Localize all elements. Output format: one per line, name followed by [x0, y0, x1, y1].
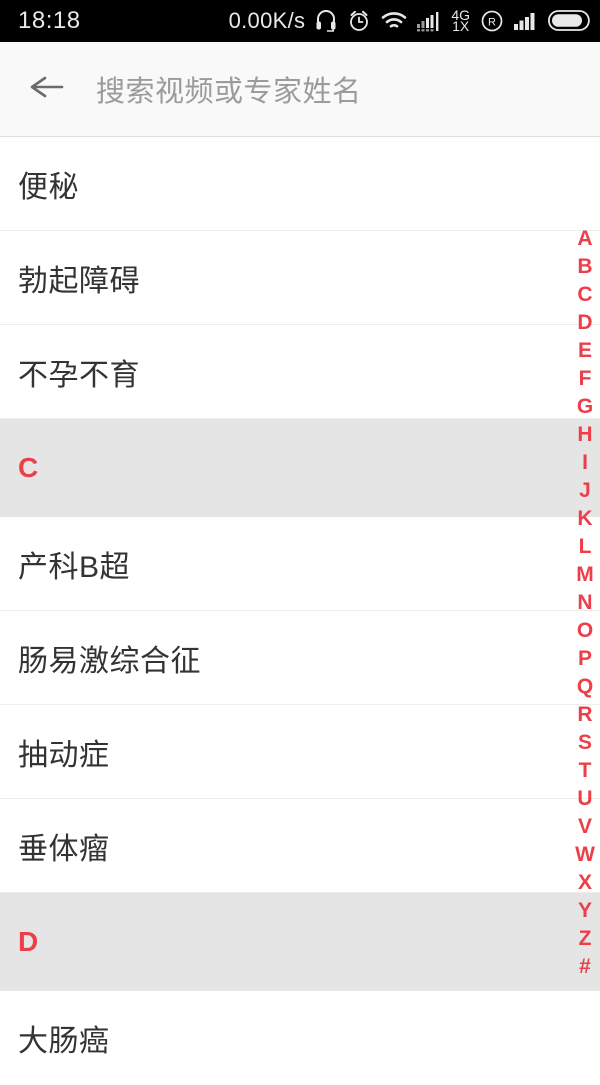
- index-letter-e[interactable]: E: [570, 337, 600, 365]
- alarm-clock-icon: [347, 9, 371, 33]
- index-letter-n[interactable]: N: [570, 589, 600, 617]
- index-letter-y[interactable]: Y: [570, 897, 600, 925]
- back-button[interactable]: [0, 42, 96, 137]
- section-header: C: [0, 419, 600, 517]
- list-item-label: 不孕不育: [18, 359, 140, 392]
- list-item-label: 大肠癌: [18, 1025, 110, 1058]
- status-bar: 18:18 0.00K/s 4G 1X R: [0, 0, 600, 42]
- status-bar-icons: 0.00K/s 4G 1X R: [229, 8, 590, 34]
- list-item[interactable]: 不孕不育: [0, 325, 600, 419]
- status-bar-clock: 18:18: [18, 7, 81, 34]
- index-letter-w[interactable]: W: [570, 841, 600, 869]
- network-type-label: 4G 1X: [451, 8, 470, 34]
- disease-list: 便秘勃起障碍不孕不育 C 产科B超肠易激综合征 抽动症垂体瘤 D 大肠癌: [0, 137, 600, 1085]
- index-letter-g[interactable]: G: [570, 393, 600, 421]
- section-header: D: [0, 893, 600, 991]
- index-letter-f[interactable]: F: [570, 365, 600, 393]
- back-arrow-icon: [28, 72, 68, 107]
- index-letter-k[interactable]: K: [570, 505, 600, 533]
- wifi-icon: [381, 11, 407, 31]
- list-item[interactable]: 垂体瘤: [0, 799, 600, 893]
- list-item-label: 肠易激综合征: [18, 645, 201, 678]
- network-speed-label: 0.00K/s: [228, 8, 306, 33]
- list-item-label: 产科B超: [18, 551, 131, 584]
- section-header-letter: C: [18, 452, 39, 483]
- index-letter-o[interactable]: O: [570, 617, 600, 645]
- index-letter-x[interactable]: X: [570, 869, 600, 897]
- list-item[interactable]: 产科B超: [0, 517, 600, 611]
- network-type-secondary: 1X: [452, 18, 470, 34]
- index-letter-h[interactable]: H: [570, 421, 600, 449]
- index-letter-c[interactable]: C: [570, 281, 600, 309]
- list-item[interactable]: 便秘: [0, 137, 600, 231]
- list-item-label: 勃起障碍: [18, 265, 140, 298]
- index-letter-m[interactable]: M: [570, 561, 600, 589]
- list-item-label: 抽动症: [18, 739, 110, 772]
- headphone-icon: [315, 9, 337, 33]
- index-letter-j[interactable]: J: [570, 477, 600, 505]
- roaming-icon: R: [480, 9, 504, 33]
- section-header-letter: D: [18, 926, 39, 957]
- index-letter-i[interactable]: I: [570, 449, 600, 477]
- battery-icon: [548, 10, 590, 32]
- index-letter-a[interactable]: A: [570, 225, 600, 253]
- list-item-label: 垂体瘤: [18, 833, 110, 866]
- index-letter-d[interactable]: D: [570, 309, 600, 337]
- index-letter-z[interactable]: Z: [570, 925, 600, 953]
- index-letter-v[interactable]: V: [570, 813, 600, 841]
- alphabet-index-bar[interactable]: A B C D E F G H I J K L M N O P Q R S T U V W X Y Z #: [570, 225, 600, 981]
- index-letter-l[interactable]: L: [570, 533, 600, 561]
- app-toolbar: 搜索视频或专家姓名: [0, 42, 600, 137]
- index-letter-q[interactable]: Q: [570, 673, 600, 701]
- list-item[interactable]: 大肠癌: [0, 991, 600, 1085]
- signal-bars-icon: [514, 11, 538, 31]
- list-item-label: 便秘: [18, 171, 79, 204]
- index-letter-r[interactable]: R: [570, 701, 600, 729]
- search-input[interactable]: 搜索视频或专家姓名: [96, 68, 362, 110]
- list-item[interactable]: 肠易激综合征: [0, 611, 600, 705]
- svg-text:R: R: [488, 17, 496, 29]
- list-item[interactable]: 勃起障碍: [0, 231, 600, 325]
- list-item[interactable]: 抽动症: [0, 705, 600, 799]
- index-letter-u[interactable]: U: [570, 785, 600, 813]
- index-letter-b[interactable]: B: [570, 253, 600, 281]
- index-letter-hash[interactable]: #: [570, 953, 600, 981]
- index-letter-p[interactable]: P: [570, 645, 600, 673]
- index-letter-s[interactable]: S: [570, 729, 600, 757]
- index-letter-t[interactable]: T: [570, 757, 600, 785]
- cellular-signal-icon: [417, 10, 441, 32]
